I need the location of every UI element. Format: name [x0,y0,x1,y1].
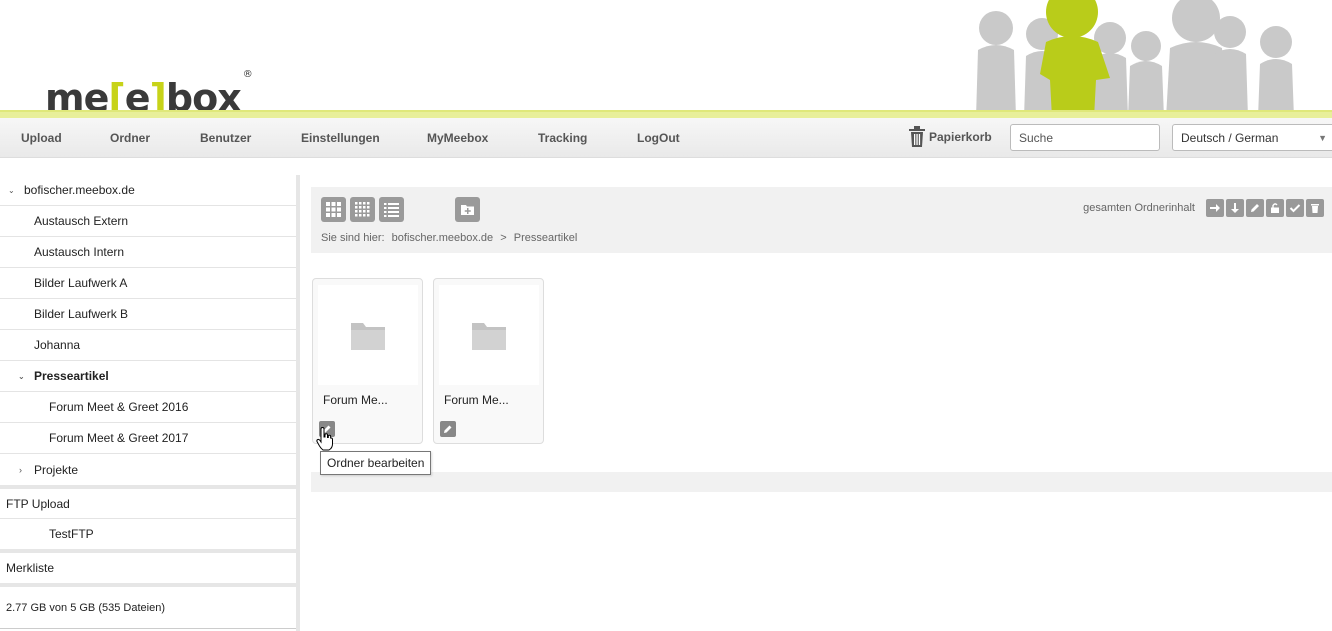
permissions-button[interactable] [1266,199,1284,217]
tree-item-label: Bilder Laufwerk A [34,276,128,290]
tree-item-forum-2016[interactable]: Forum Meet & Greet 2016 [0,392,296,423]
folder-sidebar: ⌄ bofischer.meebox.de Austausch Extern A… [0,175,300,631]
tree-root-label: bofischer.meebox.de [24,183,135,197]
language-value: Deutsch / German [1181,131,1279,145]
nav-tracking[interactable]: Tracking [538,131,587,145]
folder-thumbnail [318,285,418,385]
arrow-right-icon [1210,204,1220,212]
move-button[interactable] [1206,199,1224,217]
caret-down-icon: ⌄ [8,185,15,195]
edit-folder-button[interactable] [440,421,456,437]
breadcrumb-prefix: Sie sind hier: [321,232,385,244]
list-icon [384,203,399,217]
select-button[interactable] [1286,199,1304,217]
folder-icon [472,323,506,350]
unlock-icon [1271,203,1279,213]
nav-logout[interactable]: LogOut [637,131,680,145]
tree-item-label: Johanna [34,338,81,352]
folder-thumbnail [439,285,539,385]
folder-name: Forum Me... [323,393,388,407]
content-footer-bar [311,472,1332,492]
nav-upload[interactable]: Upload [21,131,62,145]
tree-item-testftp[interactable]: TestFTP [0,519,296,549]
hand-cursor-icon [316,427,333,451]
folder-card[interactable]: Forum Me... [312,278,423,444]
nav-einstellungen[interactable]: Einstellungen [301,131,380,145]
tree-item-label: Bilder Laufwerk B [34,307,129,321]
search-input[interactable] [1010,124,1160,151]
trash-icon [909,126,925,147]
folder-plus-icon [461,205,474,215]
tree-item-label: Forum Meet & Greet 2016 [49,400,189,414]
tree-item-bilder-laufwerk-a[interactable]: Bilder Laufwerk A [0,268,296,299]
language-select[interactable]: Deutsch / German ▼ [1172,124,1332,151]
nav-mymeebox[interactable]: MyMeebox [427,131,488,145]
arrow-down-icon [1231,203,1239,213]
trash-button[interactable]: Papierkorb [908,126,992,148]
tree-item-presseartikel[interactable]: ⌄ Presseartikel [0,361,296,392]
check-icon [1289,204,1301,213]
tree-item-johanna[interactable]: Johanna [0,330,296,361]
nav-ordner[interactable]: Ordner [110,131,150,145]
tree-item-label: Austausch Intern [34,245,125,259]
breadcrumb-root[interactable]: bofischer.meebox.de [392,232,494,244]
nav-benutzer[interactable]: Benutzer [200,131,251,145]
folder-card[interactable]: Forum Me... [433,278,544,444]
new-folder-button[interactable] [455,197,480,222]
breadcrumb-separator: > [500,232,507,244]
download-button[interactable] [1226,199,1244,217]
pencil-icon [1251,204,1259,212]
view-small-grid-button[interactable] [350,197,375,222]
all-content-label: gesamten Ordnerinhalt [1083,202,1195,214]
ftp-upload-header[interactable]: FTP Upload [0,489,296,519]
view-large-grid-button[interactable] [321,197,346,222]
folder-toolbar: Sie sind hier: bofischer.meebox.de > Pre… [311,187,1332,253]
tree-item-austausch-intern[interactable]: Austausch Intern [0,237,296,268]
breadcrumb-current[interactable]: Presseartikel [514,232,578,244]
header: me[e]box® [0,0,1332,120]
caret-right-icon: › [19,464,22,475]
rename-button[interactable] [1246,199,1264,217]
view-list-button[interactable] [379,197,404,222]
main-navbar: Upload Ordner Benutzer Einstellungen MyM… [0,118,1332,158]
tree-item-label: Austausch Extern [34,214,129,228]
delete-button[interactable] [1306,199,1324,217]
breadcrumb: Sie sind hier: bofischer.meebox.de > Pre… [321,232,581,244]
trash-icon [1311,204,1319,213]
storage-quota: 2.77 GB von 5 GB (535 Dateien) [0,587,296,629]
tooltip-edit-folder: Ordner bearbeiten [320,451,432,475]
tree-item-bilder-laufwerk-b[interactable]: Bilder Laufwerk B [0,299,296,330]
tree-item-label: Projekte [34,462,79,477]
pencil-icon [444,425,452,433]
quota-text: 2.77 GB von 5 GB (535 Dateien) [6,601,165,614]
ftp-upload-label: FTP Upload [6,496,70,511]
registered-mark: ® [242,69,253,81]
trash-label: Papierkorb [929,130,992,144]
tree-item-label: Presseartikel [34,369,109,383]
tree-item-austausch-extern[interactable]: Austausch Extern [0,206,296,237]
caret-down-icon: ⌄ [18,371,25,381]
folder-icon [351,323,385,350]
tree-item-forum-2017[interactable]: Forum Meet & Greet 2017 [0,423,296,454]
watchlist-label: Merkliste [6,561,55,575]
header-accent-line [0,110,1332,118]
grid-small-icon [355,202,370,217]
folder-name: Forum Me... [444,393,509,407]
tree-item-label: TestFTP [49,527,94,541]
grid-large-icon [326,202,341,217]
tree-root[interactable]: ⌄ bofischer.meebox.de [0,175,296,206]
tree-item-label: Forum Meet & Greet 2017 [49,431,189,445]
tree-item-projekte[interactable]: › Projekte [0,454,296,485]
header-people-illustration [976,0,1294,118]
chevron-down-icon: ▼ [1318,133,1327,143]
watchlist-header[interactable]: Merkliste [0,553,296,583]
